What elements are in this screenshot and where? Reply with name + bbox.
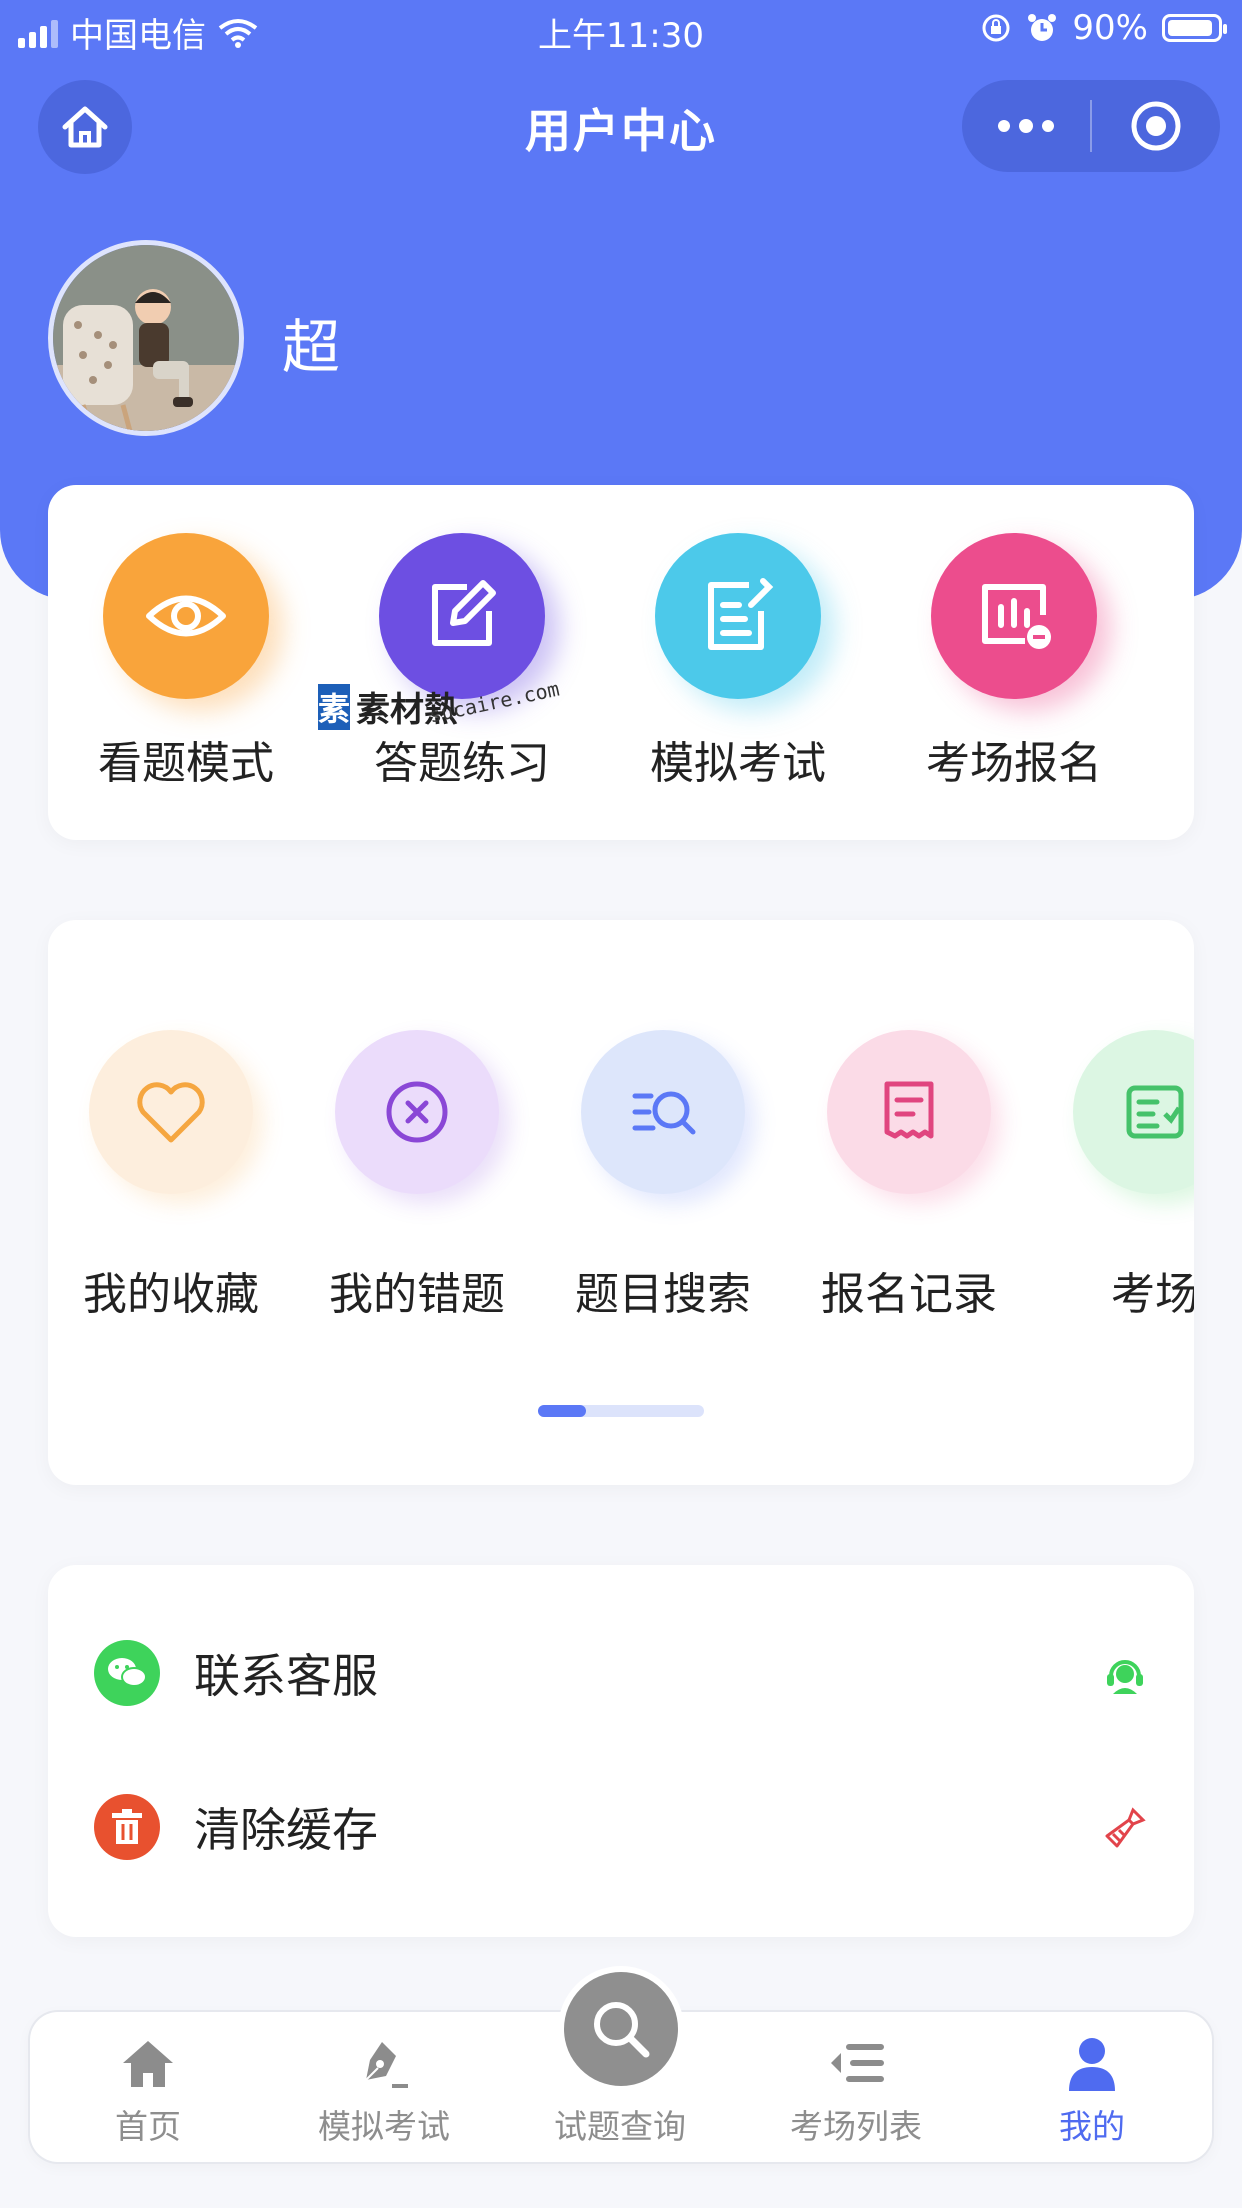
feature-exam-site[interactable]: 考场 bbox=[1032, 1030, 1194, 1322]
close-mini-program-button[interactable] bbox=[1092, 80, 1220, 172]
tab-label: 首页 bbox=[115, 2107, 181, 2146]
center-search-button[interactable] bbox=[564, 1972, 678, 2086]
quick-action-label: 考场报名 bbox=[926, 738, 1102, 789]
close-circle-icon bbox=[386, 1081, 448, 1143]
battery-percent: 90% bbox=[1072, 8, 1148, 48]
quick-action-practice[interactable]: 答题练习 bbox=[324, 533, 600, 791]
search-icon bbox=[594, 2002, 650, 2058]
alarm-icon bbox=[1028, 14, 1057, 41]
tab-label: 试题查询 bbox=[554, 2107, 686, 2146]
status-bar: 中国电信 上午11:30 90% bbox=[0, 0, 1242, 62]
tab-label: 考场列表 bbox=[790, 2107, 922, 2146]
watermark: 素 素材熱 sucaire.com bbox=[318, 676, 562, 731]
broom-icon bbox=[1102, 1805, 1148, 1851]
tab-home[interactable]: 首页 bbox=[30, 2012, 266, 2162]
heart-icon bbox=[137, 1082, 205, 1143]
quick-action-registration[interactable]: 考场报名 bbox=[876, 533, 1152, 791]
more-button[interactable] bbox=[962, 80, 1090, 172]
tab-label: 模拟考试 bbox=[318, 2107, 450, 2146]
search-list-icon bbox=[632, 1091, 696, 1135]
menu-item-label: 联系客服 bbox=[194, 1649, 378, 1703]
pen-icon bbox=[356, 2034, 412, 2094]
quick-actions-card: 看题模式 答题练习 模拟考试 考场报名 bbox=[48, 485, 1194, 840]
list-icon bbox=[827, 2034, 885, 2094]
user-icon bbox=[1065, 2034, 1119, 2094]
quick-action-label: 看题模式 bbox=[98, 738, 274, 789]
user-name: 超 bbox=[282, 313, 341, 381]
feature-favorites[interactable]: 我的收藏 bbox=[48, 1030, 294, 1322]
home-icon bbox=[119, 2034, 177, 2094]
feature-label: 题目搜索 bbox=[575, 1269, 751, 1320]
more-dots-icon bbox=[998, 119, 1054, 133]
feature-label: 报名记录 bbox=[821, 1269, 997, 1320]
rotation-lock-icon bbox=[982, 14, 1010, 42]
quick-action-view-mode[interactable]: 看题模式 bbox=[48, 533, 324, 791]
edit-icon bbox=[432, 580, 496, 646]
feature-wrong-questions[interactable]: 我的错题 bbox=[294, 1030, 540, 1322]
mini-program-capsule bbox=[962, 80, 1220, 172]
target-circle-icon bbox=[1131, 101, 1181, 151]
features-card: 我的收藏 我的错题 题目搜索 报名记录 考场 bbox=[48, 920, 1194, 1485]
feature-registration-records[interactable]: 报名记录 bbox=[786, 1030, 1032, 1322]
menu-item-contact-service[interactable]: 联系客服 bbox=[48, 1613, 1194, 1733]
eye-icon bbox=[146, 595, 226, 637]
menu-item-label: 清除缓存 bbox=[194, 1803, 378, 1857]
quick-action-label: 答题练习 bbox=[374, 738, 550, 789]
chart-minus-icon bbox=[982, 584, 1051, 649]
document-edit-icon bbox=[708, 578, 774, 650]
scroll-indicator bbox=[538, 1405, 704, 1417]
quick-action-label: 模拟考试 bbox=[650, 738, 826, 789]
receipt-icon bbox=[884, 1081, 934, 1139]
settings-menu-card: 联系客服 清除缓存 bbox=[48, 1565, 1194, 1937]
feature-label: 考场 bbox=[1111, 1269, 1194, 1320]
quick-action-mock-exam[interactable]: 模拟考试 bbox=[600, 533, 876, 791]
tab-label: 我的 bbox=[1059, 2107, 1125, 2146]
tab-exam-site-list[interactable]: 考场列表 bbox=[738, 2012, 974, 2162]
customer-service-icon bbox=[1102, 1651, 1148, 1697]
battery-icon bbox=[1162, 14, 1227, 42]
avatar[interactable] bbox=[48, 240, 244, 436]
trash-icon bbox=[94, 1794, 160, 1860]
watermark-logo: 素 bbox=[318, 683, 350, 730]
wechat-icon bbox=[94, 1640, 160, 1706]
tab-mock-exam[interactable]: 模拟考试 bbox=[266, 2012, 502, 2162]
feature-label: 我的错题 bbox=[329, 1269, 505, 1320]
list-check-icon bbox=[1126, 1085, 1184, 1139]
features-scroll-row[interactable]: 我的收藏 我的错题 题目搜索 报名记录 考场 bbox=[48, 1030, 1194, 1322]
feature-question-search[interactable]: 题目搜索 bbox=[540, 1030, 786, 1322]
feature-label: 我的收藏 bbox=[83, 1269, 259, 1320]
menu-item-clear-cache[interactable]: 清除缓存 bbox=[48, 1767, 1194, 1887]
tab-mine[interactable]: 我的 bbox=[974, 2012, 1210, 2162]
